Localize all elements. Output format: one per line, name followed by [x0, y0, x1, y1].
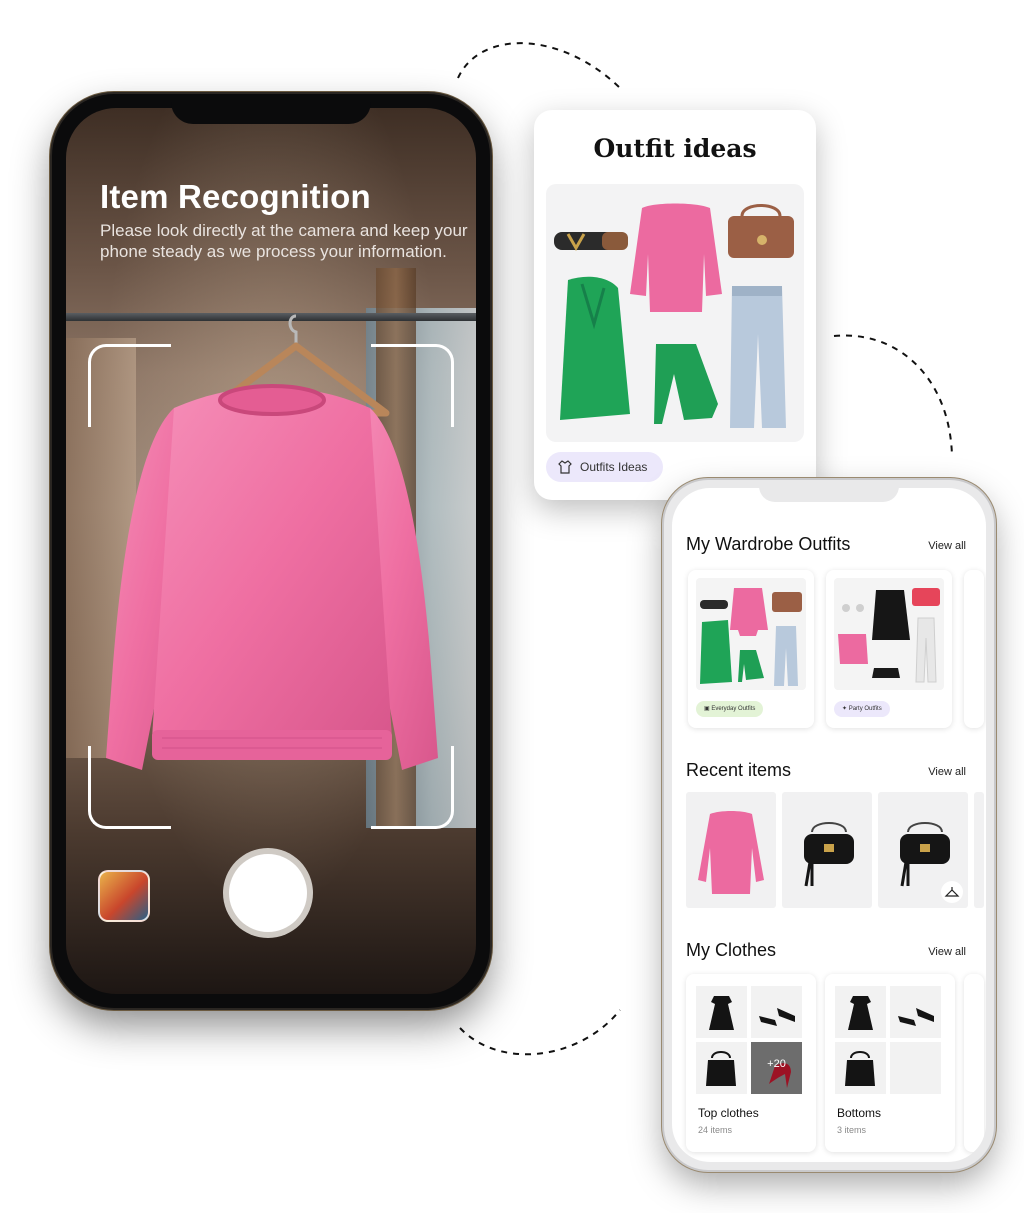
category-thumbnails: [835, 986, 941, 1094]
wardrobe-phone: My Wardrobe Outfits View all ▣ Everyday …: [664, 480, 994, 1170]
outfit-card-everyday[interactable]: ▣ Everyday Outfits: [688, 570, 814, 728]
party-icon: ✦: [842, 706, 849, 712]
outfit-thumbnail: [834, 578, 944, 690]
clothes-category-card[interactable]: Bottoms 3 items: [825, 974, 955, 1152]
viewfinder-corner: [371, 746, 454, 829]
card-title: Outfit ideas: [593, 134, 757, 163]
black-bag-thumbnail: [804, 822, 854, 887]
wardrobe-screen: My Wardrobe Outfits View all ▣ Everyday …: [672, 488, 986, 1162]
tote-bag-thumbnail: [835, 1042, 886, 1094]
outfit-card-party[interactable]: ✦ Party Outfits: [826, 570, 952, 728]
pink-sweater-image: [106, 384, 438, 770]
page-title: Item Recognition: [100, 178, 371, 215]
category-name: Bottoms: [837, 1106, 882, 1120]
section-title-clothes: My Clothes: [686, 940, 777, 960]
recent-item-partial[interactable]: [974, 792, 984, 908]
tote-bag-thumbnail: [696, 1042, 747, 1094]
more-items-thumbnail[interactable]: +20: [751, 1042, 802, 1094]
section-title-recent: Recent items: [686, 760, 792, 780]
dress-thumbnail: [835, 986, 886, 1038]
outfit-tag: ✦ Party Outfits: [834, 701, 890, 717]
empty-thumbnail: [890, 1042, 941, 1094]
heels-thumbnail: [890, 986, 941, 1038]
category-count: 24 items: [698, 1125, 733, 1135]
outfit-collage: [546, 184, 804, 442]
outfit-card-partial[interactable]: [964, 570, 984, 728]
more-items-badge: +20: [767, 1058, 786, 1070]
section-title-outfits: My Wardrobe Outfits: [686, 534, 851, 554]
view-all-outfits-link[interactable]: View all: [928, 540, 966, 552]
category-thumbnails: +20: [696, 986, 802, 1094]
view-all-recent-link[interactable]: View all: [928, 766, 966, 778]
viewfinder-corner: [88, 344, 171, 427]
dress-thumbnail: [696, 986, 747, 1038]
capture-button[interactable]: [229, 854, 307, 932]
phone-notch: [171, 94, 371, 124]
instruction-text: Please look directly at the camera and k…: [100, 221, 468, 261]
outfit-tag-label: Everyday Outfits: [711, 706, 756, 712]
black-bag-thumbnail: [900, 822, 963, 903]
camera-viewfinder: Item Recognition Please look directly at…: [66, 108, 476, 994]
view-all-clothes-link[interactable]: View all: [928, 946, 966, 958]
gallery-thumbnail[interactable]: [98, 870, 150, 922]
viewfinder-corner: [88, 746, 171, 829]
outfits-ideas-chip[interactable]: Outfits Ideas: [546, 452, 664, 482]
outfit-thumbnail: [696, 578, 806, 690]
recent-item[interactable]: [878, 792, 968, 908]
recent-item[interactable]: [686, 792, 776, 908]
category-name: Top clothes: [698, 1106, 759, 1120]
outfit-tag: ▣ Everyday Outfits: [696, 701, 764, 717]
heels-thumbnail: [751, 986, 802, 1038]
phone-notch: [759, 480, 899, 502]
pink-sweater-thumbnail: [698, 811, 764, 894]
outfit-ideas-card: Outfit ideas Outfits Ideas: [534, 110, 816, 500]
outfit-tag-label: Party Outfits: [848, 706, 882, 712]
outfit-collage-image: [554, 203, 794, 428]
recent-item[interactable]: [782, 792, 872, 908]
category-count: 3 items: [837, 1125, 867, 1135]
outfit-thumbnail-image: [838, 588, 940, 683]
outfit-thumbnail-image: [700, 588, 802, 686]
viewfinder-corner: [371, 344, 454, 427]
shirt-icon: [558, 460, 572, 474]
item-recognition-phone: Item Recognition Please look directly at…: [52, 94, 490, 1008]
clothes-category-card-partial[interactable]: [964, 974, 984, 1152]
clothes-category-card[interactable]: +20 Top clothes 24 items: [686, 974, 816, 1152]
chip-label: Outfits Ideas: [580, 460, 648, 474]
